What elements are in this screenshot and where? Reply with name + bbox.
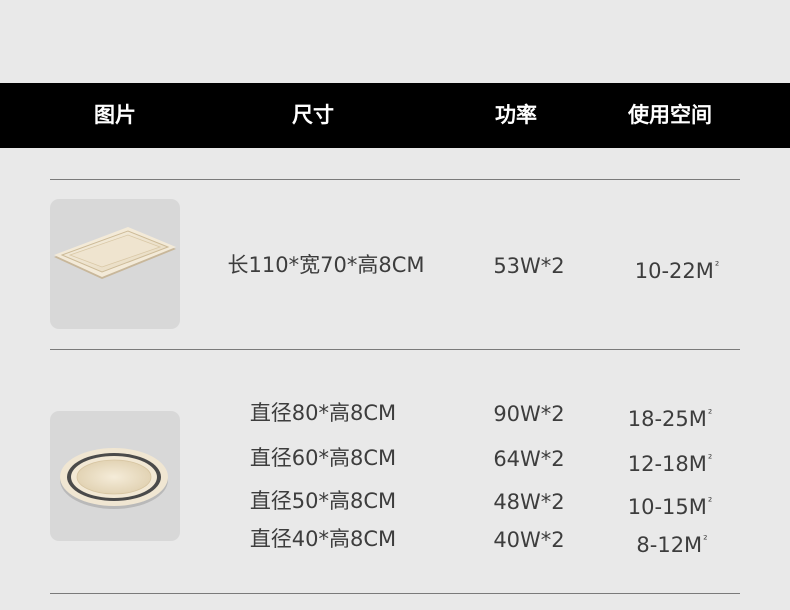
- row-divider: [50, 593, 740, 594]
- row-divider: [50, 179, 740, 180]
- header-image: 图片: [94, 103, 136, 127]
- power-cell: 53W*2: [493, 254, 565, 278]
- row-divider: [50, 349, 740, 350]
- size-cell: 直径80*高8CM: [249, 401, 397, 425]
- power-cell: 40W*2: [493, 528, 565, 552]
- space-cell: 8-12M²: [636, 533, 708, 557]
- round-lamp-image: [50, 411, 180, 541]
- size-cell: 长110*宽70*高8CM: [227, 253, 425, 277]
- power-cell: 48W*2: [493, 490, 565, 514]
- header-space: 使用空间: [628, 103, 712, 127]
- power-cell: 64W*2: [493, 447, 565, 471]
- power-cell: 90W*2: [493, 402, 565, 426]
- space-cell: 12-18M²: [627, 452, 713, 476]
- table-header: 图片 尺寸 功率 使用空间: [0, 83, 790, 148]
- space-cell: 10-15M²: [627, 495, 713, 519]
- space-cell: 18-25M²: [627, 407, 713, 431]
- header-power: 功率: [495, 103, 537, 127]
- size-cell: 直径50*高8CM: [249, 489, 397, 513]
- size-cell: 直径60*高8CM: [249, 446, 397, 470]
- rectangular-lamp-image: [50, 199, 180, 329]
- space-cell: 10-22M²: [634, 259, 720, 283]
- header-size: 尺寸: [292, 103, 334, 127]
- size-cell: 直径40*高8CM: [249, 527, 397, 551]
